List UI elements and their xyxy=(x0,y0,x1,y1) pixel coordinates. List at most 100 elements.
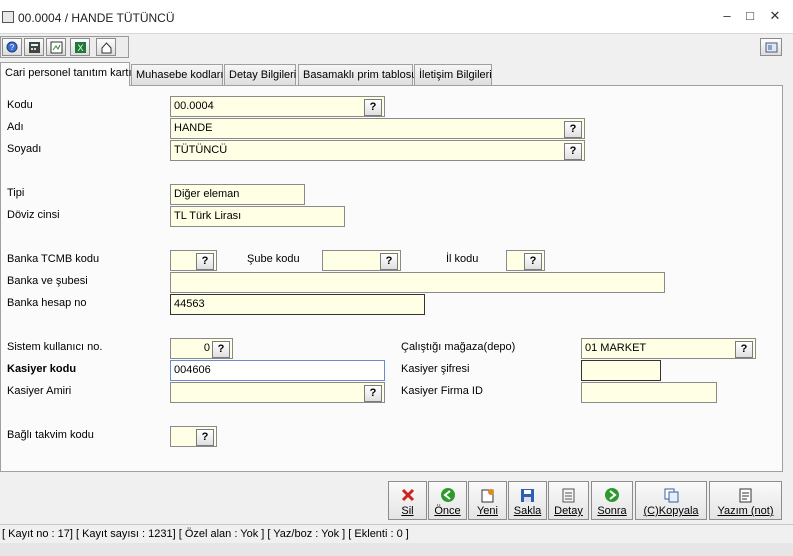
takvim-field[interactable]: ? xyxy=(170,426,217,447)
delete-button[interactable]: Sil xyxy=(388,481,427,520)
banka-sube-label: Banka ve şubesi xyxy=(7,275,88,287)
takvim-label: Bağlı takvim kodu xyxy=(7,429,94,441)
kasiyer-amiri-lookup-button[interactable]: ? xyxy=(364,385,382,402)
arrow-right-icon xyxy=(605,488,619,502)
new-button[interactable]: Yeni xyxy=(468,481,507,520)
copy-button[interactable]: (C)Kopyala xyxy=(635,481,707,520)
kasiyer-sifresi-label: Kasiyer şifresi xyxy=(401,363,470,375)
help-icon: ? xyxy=(6,41,18,53)
il-label: İl kodu xyxy=(446,253,479,265)
magaza-field[interactable]: 01 MARKET ? xyxy=(581,338,756,359)
status-bar: [ Kayıt no : 17] [ Kayıt sayısı : 1231] … xyxy=(0,524,793,543)
window-title: 00.0004 / HANDE TÜTÜNCÜ xyxy=(18,11,175,25)
soyadi-label: Soyadı xyxy=(7,143,42,155)
adi-field[interactable]: HANDE ? xyxy=(170,118,585,139)
tipi-field[interactable]: Diğer eleman xyxy=(170,184,305,205)
calculator-icon xyxy=(28,41,40,53)
kasiyer-sifresi-field[interactable] xyxy=(581,360,661,381)
sistem-kullanici-value: 0 xyxy=(203,342,210,354)
note-button[interactable]: Yazım (not) xyxy=(709,481,782,520)
tab-iletisim-bilgileri[interactable]: İletişim Bilgileri xyxy=(414,64,492,85)
banka-tcmb-lookup-button[interactable]: ? xyxy=(196,253,214,270)
close-button[interactable]: ✕ xyxy=(767,8,783,24)
kasiyer-firma-field[interactable] xyxy=(581,382,717,403)
sube-lookup-button[interactable]: ? xyxy=(380,253,398,270)
hesap-no-value: 44563 xyxy=(174,298,205,310)
excel-button[interactable]: X xyxy=(70,38,90,56)
new-document-icon xyxy=(481,488,494,502)
excel-icon: X xyxy=(74,41,86,53)
hesap-no-field[interactable]: 44563 xyxy=(170,294,425,315)
adi-value: HANDE xyxy=(174,122,213,134)
kasiyer-kodu-value: 004606 xyxy=(174,364,211,376)
report-button[interactable] xyxy=(46,38,66,56)
next-button[interactable]: Sonra xyxy=(591,481,633,520)
svg-text:X: X xyxy=(77,43,83,53)
tab-muhasebe-kodlari[interactable]: Muhasebe kodları xyxy=(131,64,223,85)
window-settings-icon xyxy=(765,42,777,52)
soyadi-lookup-button[interactable]: ? xyxy=(564,143,582,160)
doviz-value: TL Türk Lirası xyxy=(174,210,242,222)
next-label: Sonra xyxy=(597,505,627,517)
kasiyer-amiri-label: Kasiyer Amiri xyxy=(7,385,72,397)
app-icon xyxy=(2,11,14,23)
tipi-label: Tipi xyxy=(7,187,25,199)
il-lookup-button[interactable]: ? xyxy=(524,253,542,270)
help-button[interactable]: ? xyxy=(2,38,22,56)
detail-label: Detay xyxy=(554,505,583,517)
sistem-kullanici-field[interactable]: 0 ? xyxy=(170,338,233,359)
sube-label: Şube kodu xyxy=(247,253,300,265)
bottom-strip xyxy=(0,543,793,556)
kasiyer-kodu-field[interactable]: 004606 xyxy=(170,360,385,381)
doviz-field[interactable]: TL Türk Lirası xyxy=(170,206,345,227)
adi-lookup-button[interactable]: ? xyxy=(564,121,582,138)
save-label: Sakla xyxy=(513,505,542,517)
svg-text:?: ? xyxy=(10,43,15,52)
tab-cari-personel[interactable]: Cari personel tanıtım kartı xyxy=(0,62,132,86)
sube-field[interactable]: ? xyxy=(322,250,401,271)
settings-button[interactable] xyxy=(760,38,782,56)
note-icon xyxy=(739,488,752,502)
kasiyer-amiri-field[interactable]: ? xyxy=(170,382,385,403)
kasiyer-firma-label: Kasiyer Firma ID xyxy=(401,385,483,397)
il-field[interactable]: ? xyxy=(506,250,545,271)
new-label: Yeni xyxy=(476,505,498,517)
takvim-lookup-button[interactable]: ? xyxy=(196,429,214,446)
copy-label: (C)Kopyala xyxy=(643,505,699,517)
home-icon xyxy=(101,41,111,53)
adi-label: Adı xyxy=(7,121,24,133)
calculator-button[interactable] xyxy=(24,38,44,56)
magaza-value: 01 MARKET xyxy=(585,342,647,354)
banka-tcmb-label: Banka TCMB kodu xyxy=(7,253,100,265)
doviz-label: Döviz cinsi xyxy=(7,209,60,221)
tab-basamakli-prim[interactable]: Basamaklı prim tablosu xyxy=(298,64,417,85)
floppy-disk-icon xyxy=(521,488,534,502)
sistem-kullanici-lookup-button[interactable]: ? xyxy=(212,341,230,358)
kodu-lookup-button[interactable]: ? xyxy=(364,99,382,116)
kodu-value: 00.0004 xyxy=(174,100,214,112)
previous-button[interactable]: Önce xyxy=(428,481,467,520)
tipi-value: Diğer eleman xyxy=(174,188,240,200)
detail-button[interactable]: Detay xyxy=(548,481,589,520)
soyadi-field[interactable]: TÜTÜNCÜ ? xyxy=(170,140,585,161)
sistem-kullanici-label: Sistem kullanıcı no. xyxy=(7,341,103,353)
maximize-button[interactable]: □ xyxy=(742,8,758,24)
magaza-lookup-button[interactable]: ? xyxy=(735,341,753,358)
kodu-label: Kodu xyxy=(7,99,33,111)
delete-icon xyxy=(401,488,414,502)
arrow-left-icon xyxy=(440,488,455,502)
banka-sube-field[interactable] xyxy=(170,272,665,293)
report-icon xyxy=(50,41,62,53)
delete-label: Sil xyxy=(401,505,414,517)
copy-icon xyxy=(664,488,678,502)
banka-tcmb-field[interactable]: ? xyxy=(170,250,217,271)
note-label: Yazım (not) xyxy=(717,505,774,517)
tab-detay-bilgileri[interactable]: Detay Bilgileri xyxy=(224,64,296,85)
detail-list-icon xyxy=(562,488,575,502)
soyadi-value: TÜTÜNCÜ xyxy=(174,144,228,156)
kodu-field[interactable]: 00.0004 ? xyxy=(170,96,385,117)
magaza-label: Çalıştığı mağaza(depo) xyxy=(401,341,516,353)
save-button[interactable]: Sakla xyxy=(508,481,547,520)
home-button[interactable] xyxy=(96,38,116,56)
minimize-button[interactable]: – xyxy=(719,8,735,24)
